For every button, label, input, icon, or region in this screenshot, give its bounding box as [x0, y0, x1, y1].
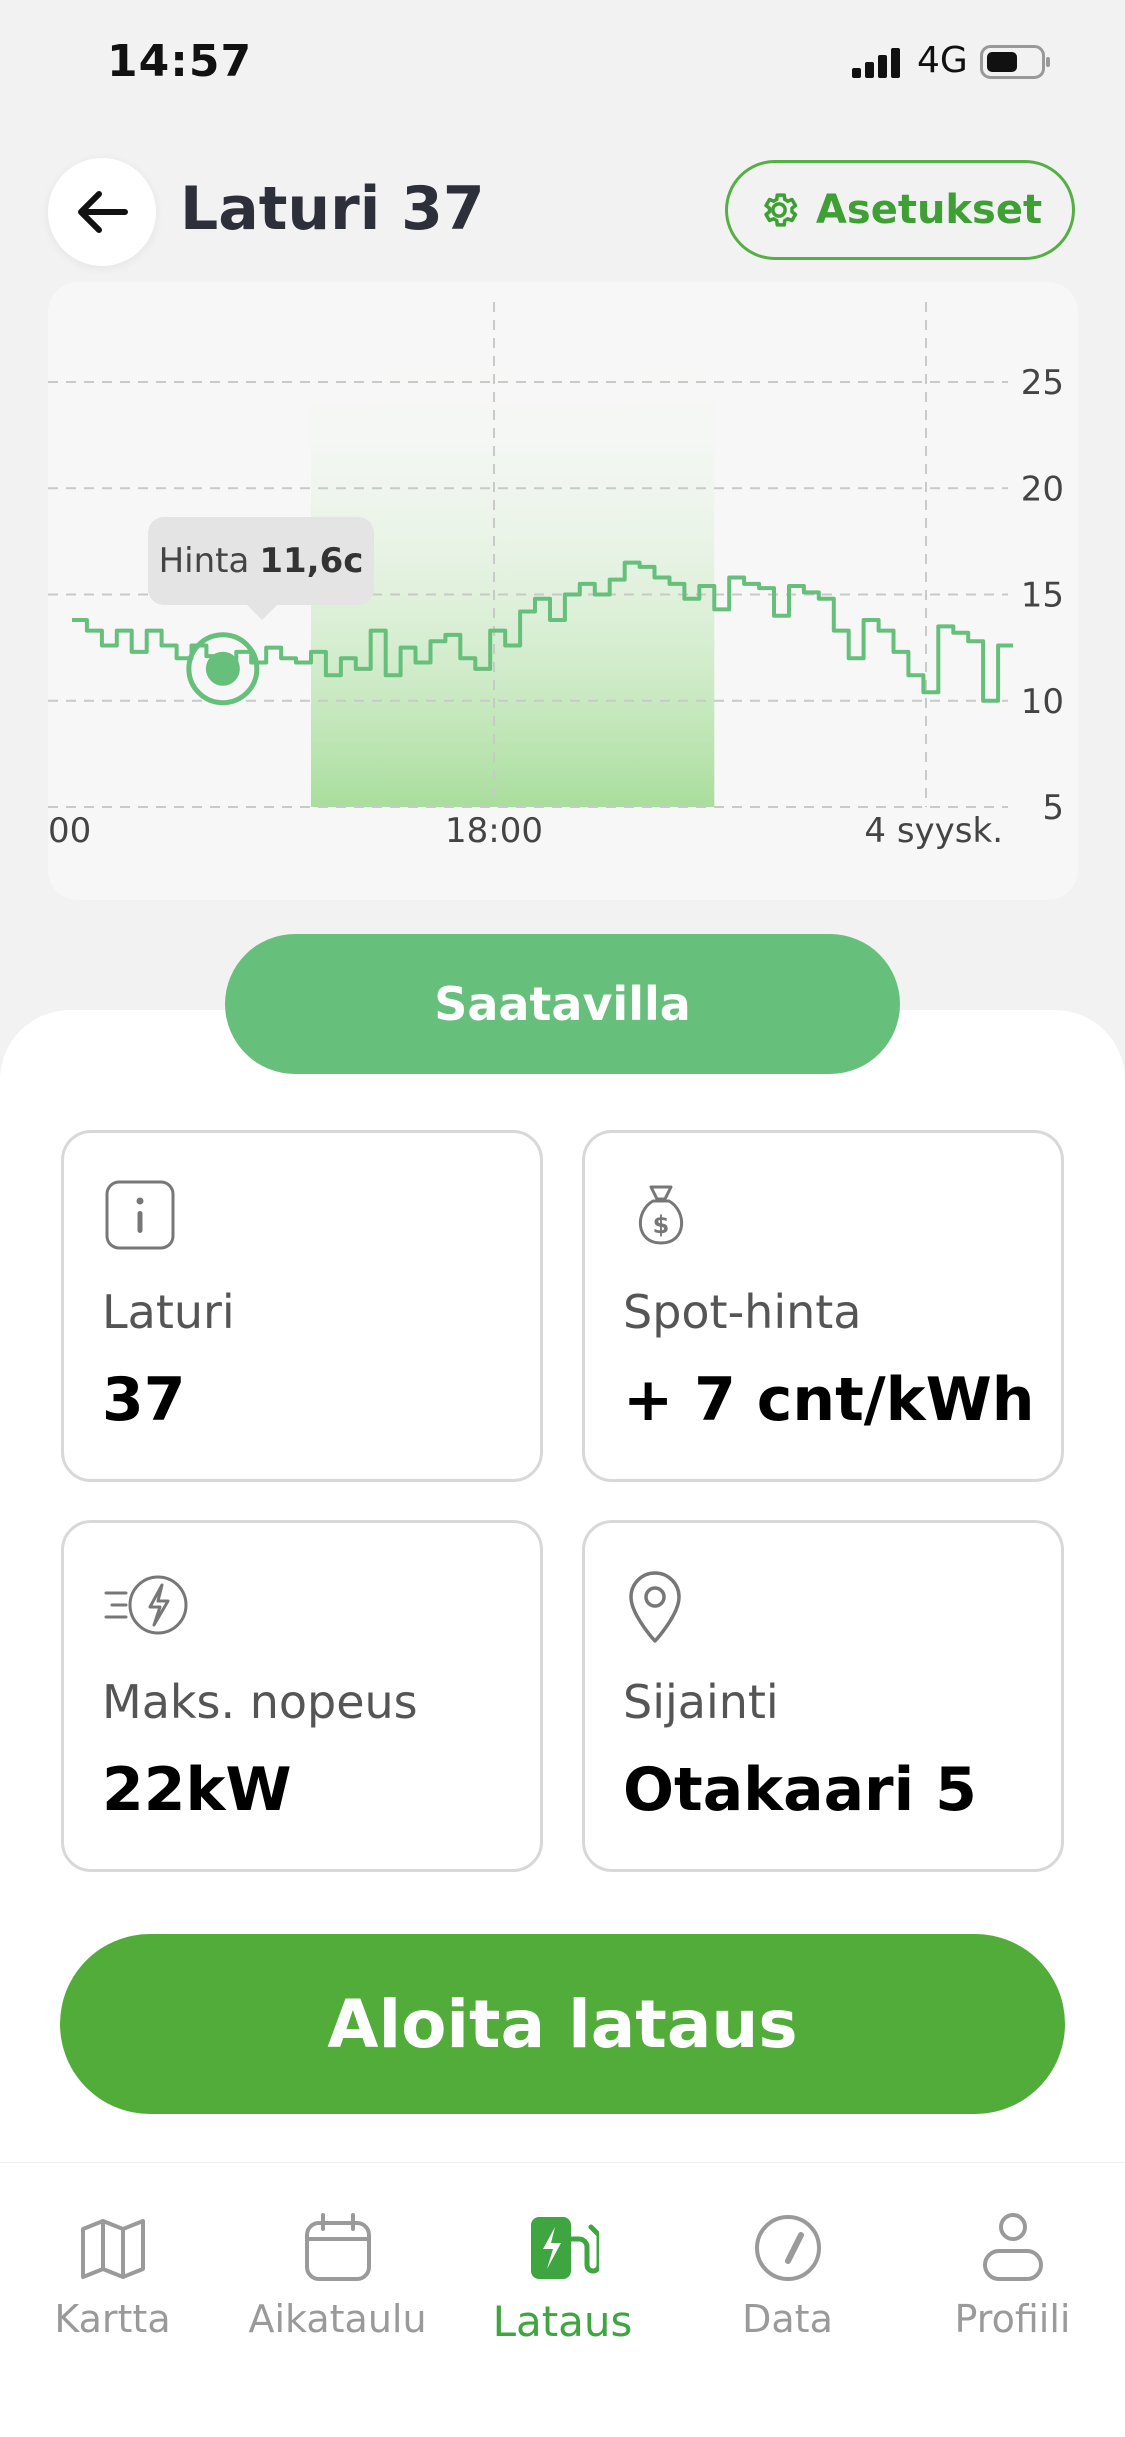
tooltip-tail: [246, 604, 278, 620]
tab-label: Profiili: [954, 2297, 1071, 2341]
price-chart[interactable]: 25 20 15 10 5 00 18:00 4 syysk. Hinta 11,6c: [48, 282, 1078, 900]
card-label: Sijainti: [623, 1675, 779, 1729]
card-value: 37: [102, 1365, 186, 1435]
arrow-left-icon: [78, 191, 128, 233]
location-pin-icon: [629, 1571, 681, 1643]
max-speed-card: Maks. nopeus 22kW: [61, 1520, 543, 1872]
map-icon: [80, 2219, 145, 2279]
fast-charge-icon: [104, 1575, 188, 1635]
tooltip-value: 11,6c: [259, 541, 364, 581]
status-time: 14:57: [107, 36, 253, 87]
charging-station-icon: [530, 2217, 599, 2279]
battery-icon: [980, 45, 1050, 79]
x-tick-label: 00: [48, 811, 91, 851]
y-tick-label: 20: [1021, 469, 1064, 509]
money-bag-icon: $: [638, 1185, 684, 1245]
tab-data[interactable]: Data: [675, 2193, 900, 2341]
card-value: + 7 cnt/kWh: [623, 1365, 1035, 1435]
gear-icon: [764, 193, 798, 227]
start-charging-button[interactable]: Aloita lataus: [60, 1934, 1065, 2114]
header: Laturi 37 Asetukset: [0, 150, 1125, 280]
spot-price-card: $ Spot-hinta + 7 cnt/kWh: [582, 1130, 1064, 1482]
chart-tooltip: Hinta 11,6c: [148, 517, 374, 605]
calendar-icon: [304, 2213, 371, 2281]
y-tick-label: 5: [1042, 788, 1064, 828]
tab-lataus[interactable]: Lataus: [450, 2193, 675, 2346]
settings-label: Asetukset: [815, 187, 1043, 233]
availability-status: Saatavilla: [225, 934, 900, 1074]
card-label: Spot-hinta: [623, 1285, 862, 1339]
location-card: Sijainti Otakaari 5: [582, 1520, 1064, 1872]
x-tick-label: 18:00: [445, 811, 543, 851]
tab-label: Lataus: [492, 2297, 633, 2346]
tab-label: Aikataulu: [248, 2297, 427, 2341]
back-button[interactable]: [48, 158, 156, 266]
selected-point: [205, 651, 240, 686]
y-tick-label: 25: [1021, 363, 1064, 403]
tab-aikataulu[interactable]: Aikataulu: [225, 2193, 450, 2341]
card-label: Maks. nopeus: [102, 1675, 418, 1729]
status-bar: 14:57 4G: [0, 0, 1125, 130]
card-value: 22kW: [102, 1755, 292, 1825]
tab-kartta[interactable]: Kartta: [0, 2193, 225, 2341]
tab-label: Kartta: [54, 2297, 171, 2341]
tab-label: Data: [742, 2297, 833, 2341]
card-value: Otakaari 5: [623, 1755, 977, 1825]
tab-profiili[interactable]: Profiili: [900, 2193, 1125, 2341]
network-type: 4G: [917, 40, 968, 81]
charger-card: Laturi 37: [61, 1130, 543, 1482]
y-tick-label: 15: [1021, 576, 1064, 616]
gauge-icon: [754, 2215, 821, 2281]
tab-bar: Kartta Aikataulu Lataus Data Profiili: [0, 2162, 1125, 2437]
x-tick-label: 4 syysk.: [864, 811, 1003, 851]
info-icon: [105, 1180, 175, 1250]
tooltip-label: Hinta: [158, 541, 250, 581]
signal-icon: [852, 48, 900, 78]
card-label: Laturi: [102, 1285, 235, 1339]
page-title: Laturi 37: [180, 174, 485, 244]
svg-text:$: $: [653, 1211, 670, 1239]
settings-button[interactable]: Asetukset: [725, 160, 1075, 260]
y-tick-label: 10: [1021, 682, 1064, 722]
user-icon: [982, 2213, 1043, 2281]
